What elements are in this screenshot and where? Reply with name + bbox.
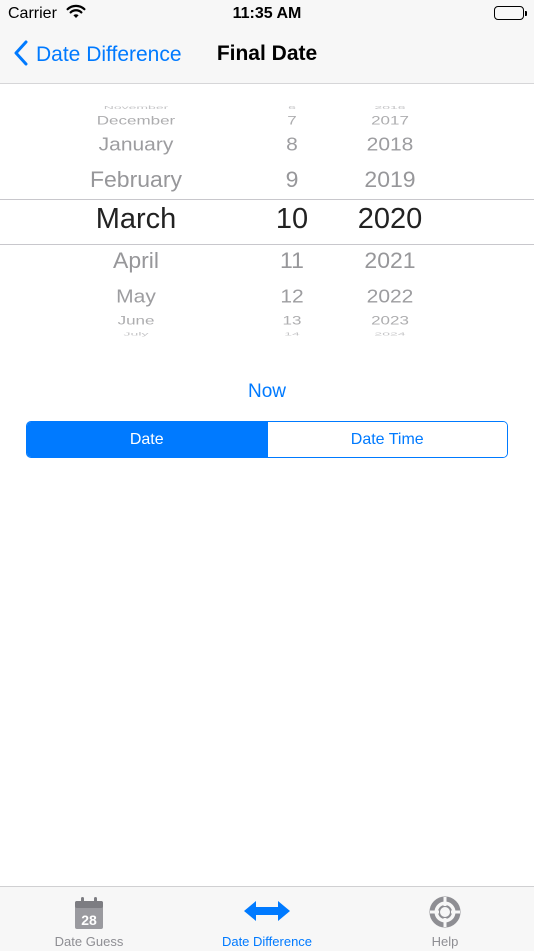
picker-year-option[interactable]: 2016	[340, 105, 440, 110]
tab-help[interactable]: Help	[356, 887, 534, 951]
picker-month-option[interactable]: December	[60, 115, 212, 127]
navigation-bar: Date Difference Final Date	[0, 28, 534, 84]
picker-selection-bottom-line	[0, 244, 534, 245]
picker-month-option[interactable]: April	[60, 249, 212, 271]
picker-day-option[interactable]: 6	[262, 105, 322, 110]
tab-label-date-difference: Date Difference	[221, 934, 313, 949]
calendar-icon: 28	[0, 895, 178, 931]
picker-day-selected[interactable]: 10	[262, 205, 322, 234]
date-picker[interactable]: November December January February March Apri…	[0, 84, 534, 344]
picker-month-option[interactable]: June	[60, 315, 212, 327]
picker-month-selected[interactable]: March	[60, 205, 212, 234]
tab-date-guess[interactable]: 28 Date Guess	[0, 887, 178, 951]
back-button-label: Date Difference	[36, 43, 182, 66]
picker-year-option[interactable]: 2018	[340, 135, 440, 154]
picker-year-option[interactable]: 2023	[340, 315, 440, 327]
picker-month-option[interactable]: July	[60, 332, 212, 337]
date-mode-segmented-control: Date Date Time	[26, 421, 508, 458]
lifebuoy-icon	[356, 895, 534, 931]
picker-day-option[interactable]: 13	[262, 315, 322, 327]
picker-day-option[interactable]: 12	[262, 287, 322, 306]
segment-date[interactable]: Date	[27, 422, 267, 457]
segment-date-time[interactable]: Date Time	[266, 422, 507, 457]
tab-label-help: Help	[431, 934, 459, 949]
battery-icon	[494, 6, 527, 20]
picker-year-option[interactable]: 2021	[340, 249, 440, 271]
picker-year-option[interactable]: 2024	[340, 332, 440, 337]
double-arrow-icon	[178, 895, 356, 931]
picker-month-option[interactable]: November	[60, 105, 212, 110]
svg-text:28: 28	[81, 912, 97, 928]
picker-day-option[interactable]: 11	[262, 249, 322, 271]
status-bar: Carrier 11:35 AM	[0, 0, 534, 28]
picker-selection-top-line	[0, 199, 534, 200]
tab-label-date-guess: Date Guess	[54, 934, 124, 949]
now-button[interactable]: Now	[217, 378, 317, 406]
tab-date-difference[interactable]: Date Difference	[178, 887, 356, 951]
clock: 11:35 AM	[232, 5, 302, 22]
picker-month-option[interactable]: May	[60, 287, 212, 306]
back-button[interactable]: Date Difference	[14, 40, 182, 70]
picker-year-selected[interactable]: 2020	[340, 205, 440, 234]
picker-day-option[interactable]: 9	[262, 168, 322, 190]
picker-month-option[interactable]: January	[60, 135, 212, 154]
picker-day-option[interactable]: 7	[262, 115, 322, 127]
picker-year-option[interactable]: 2017	[340, 115, 440, 127]
picker-year-option[interactable]: 2022	[340, 287, 440, 306]
picker-month-option[interactable]: February	[60, 168, 212, 190]
chevron-left-icon	[14, 40, 28, 71]
tab-bar: 28 Date Guess Date Difference Help	[0, 886, 534, 951]
picker-year-option[interactable]: 2019	[340, 168, 440, 190]
picker-day-option[interactable]: 14	[262, 332, 322, 337]
picker-day-option[interactable]: 8	[262, 135, 322, 154]
